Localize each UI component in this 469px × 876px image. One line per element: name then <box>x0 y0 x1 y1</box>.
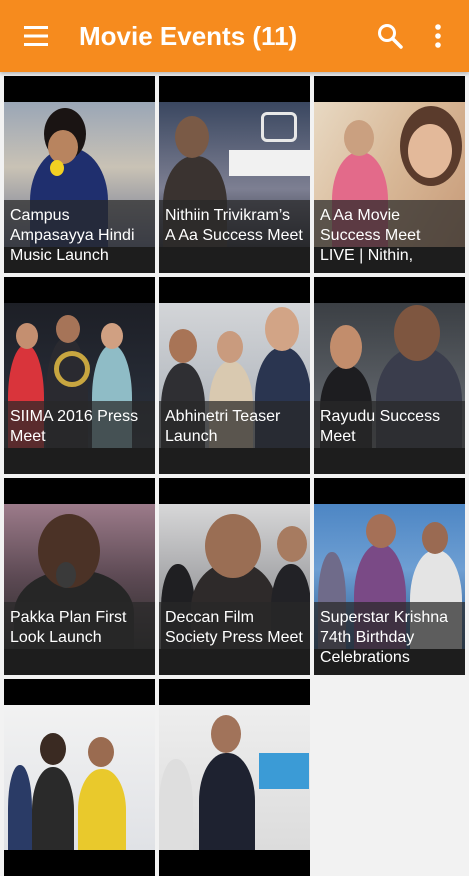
event-title: Pakka Plan First Look Launch <box>4 602 155 675</box>
event-tile[interactable]: Deccan Film Society Press Meet <box>159 478 310 675</box>
event-tile[interactable]: A Aa Movie Success Meet LIVE | Nithin, <box>314 76 465 273</box>
event-tile[interactable]: Pakka Plan First Look Launch <box>4 478 155 675</box>
event-grid: Campus Ampasayya Hindi Music Launch Nith… <box>4 76 468 876</box>
event-title: Deccan Film Society Press Meet <box>159 602 310 675</box>
event-title: Rayudu Success Meet <box>314 401 465 474</box>
event-tile[interactable]: Campus Ampasayya Hindi Music Launch <box>4 76 155 273</box>
event-title: Nithiin Trivikram’s A Aa Success Meet <box>159 200 310 273</box>
event-tile[interactable]: Abhinetri Teaser Launch <box>159 277 310 474</box>
app-bar: Movie Events (11) <box>0 0 469 72</box>
event-title: Campus Ampasayya Hindi Music Launch <box>4 200 155 273</box>
event-title: Superstar Krishna 74th Birthday Celebrat… <box>314 602 465 675</box>
event-thumbnail <box>4 705 155 850</box>
page-title: Movie Events (11) <box>79 21 298 51</box>
event-tile[interactable] <box>4 679 155 876</box>
event-title: A Aa Movie Success Meet LIVE | Nithin, <box>314 200 465 273</box>
more-vert-icon[interactable] <box>424 20 452 52</box>
hamburger-menu-icon[interactable] <box>18 20 54 52</box>
event-tile[interactable]: Superstar Krishna 74th Birthday Celebrat… <box>314 478 465 675</box>
event-tile[interactable]: SIIMA 2016 Press Meet <box>4 277 155 474</box>
event-tile[interactable]: Rayudu Success Meet <box>314 277 465 474</box>
search-icon[interactable] <box>374 20 406 52</box>
event-thumbnail <box>159 705 310 850</box>
event-tile[interactable]: Nithiin Trivikram’s A Aa Success Meet <box>159 76 310 273</box>
event-title: Abhinetri Teaser Launch <box>159 401 310 474</box>
event-title: SIIMA 2016 Press Meet <box>4 401 155 474</box>
event-tile[interactable] <box>159 679 310 876</box>
